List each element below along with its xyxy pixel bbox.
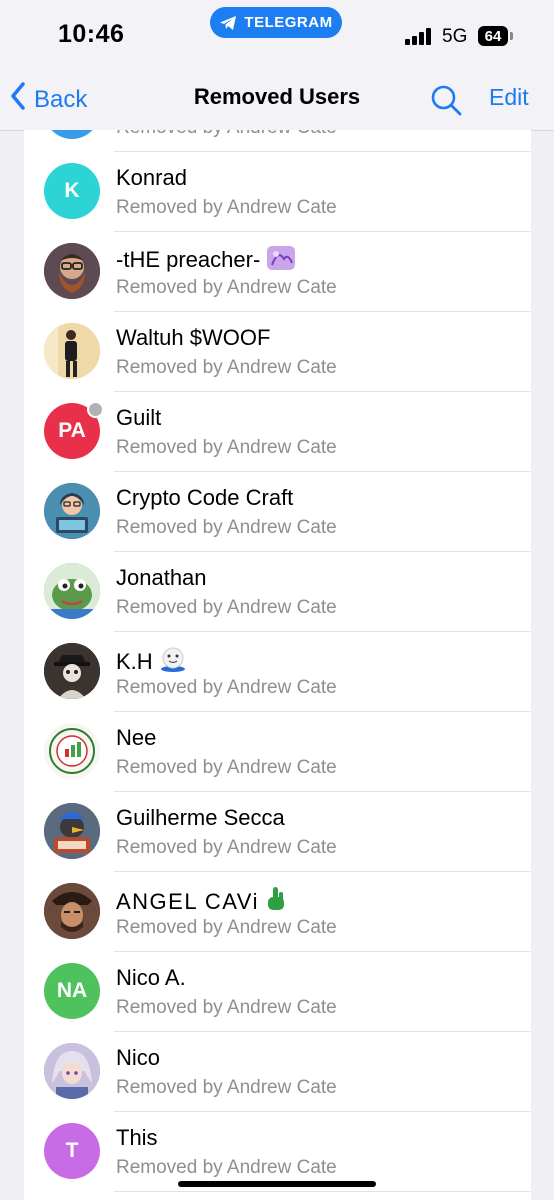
- battery-cap: [510, 32, 513, 40]
- avatar: [44, 723, 100, 779]
- avatar-initials: T: [65, 1139, 79, 1162]
- list-item-name: Guilherme Secca: [116, 805, 285, 830]
- white-blue-sticker-icon: [159, 645, 187, 679]
- list-item-name: Nico: [116, 1045, 161, 1070]
- list-item-name: Waltuh $WOOF: [116, 325, 271, 350]
- list-item-subtitle: Removed by Andrew Cate: [116, 437, 337, 458]
- edit-button[interactable]: Edit: [489, 84, 529, 111]
- avatar: NA: [44, 963, 100, 1019]
- list-item-name: Konrad: [116, 165, 187, 190]
- list-item-subtitle: Removed by Andrew Cate: [116, 917, 337, 938]
- list-item-name: This: [116, 1125, 158, 1150]
- list-item-name: ANGEL CAVi: [116, 885, 287, 919]
- cellular-signal-icon: [405, 28, 433, 45]
- removed-users-list: Removed by Andrew Cate K Konrad Removed …: [24, 130, 531, 1200]
- list-item-subtitle: Removed by Andrew Cate: [116, 1157, 337, 1178]
- pirate-portrait-photo: [44, 883, 100, 939]
- navigation-bar: Back Removed Users Edit: [0, 70, 554, 131]
- avatar: [44, 130, 100, 139]
- status-dot: [87, 401, 104, 418]
- list-item-subtitle: Removed by Andrew Cate: [116, 197, 337, 218]
- list-item[interactable]: K.H Removed by Andrew Cate: [24, 632, 531, 712]
- status-bar: 10:46 TELEGRAM 5G 64: [0, 0, 554, 70]
- list-item-subtitle: Removed by Andrew Cate: [116, 837, 337, 858]
- list-item[interactable]: K Konrad Removed by Andrew Cate: [24, 152, 531, 232]
- list-item-subtitle: Removed by Andrew Cate: [116, 130, 337, 139]
- list-item[interactable]: Nico Removed by Andrew Cate: [24, 1032, 531, 1112]
- cartoon-coder-photo: [44, 483, 100, 539]
- list-item[interactable]: Guilherme Secca Removed by Andrew Cate: [24, 792, 531, 872]
- user-name-text: -tHE preacher-: [116, 247, 261, 272]
- row-divider: [114, 1191, 531, 1192]
- list-item-subtitle: Removed by Andrew Cate: [116, 1077, 337, 1098]
- anime-character-photo: [44, 1043, 100, 1099]
- list-item-name: Nee: [116, 725, 157, 750]
- list-item-subtitle: Removed by Andrew Cate: [116, 677, 337, 698]
- status-time: 10:46: [58, 20, 125, 48]
- telegram-pill-label: TELEGRAM: [244, 14, 333, 31]
- avatar: [44, 323, 100, 379]
- list-item[interactable]: Nee Removed by Andrew Cate: [24, 712, 531, 792]
- avatar-initials: K: [64, 179, 80, 202]
- search-button[interactable]: [430, 84, 462, 121]
- avatar: T: [44, 1123, 100, 1179]
- list-item[interactable]: -tHE preacher- Removed by Andrew Cate: [24, 232, 531, 312]
- bearded-man-photo: [44, 243, 100, 299]
- avatar: [44, 1043, 100, 1099]
- user-name-text: ANGEL CAVi: [116, 889, 259, 914]
- avatar: K: [44, 163, 100, 219]
- list-item-subtitle: Removed by Andrew Cate: [116, 597, 337, 618]
- list-item-subtitle: Removed by Andrew Cate: [116, 277, 337, 298]
- list-item[interactable]: PA Guilt Removed by Andrew Cate: [24, 392, 531, 472]
- green-hand-icon: [265, 885, 287, 919]
- list-item-partial[interactable]: Removed by Andrew Cate: [24, 130, 531, 152]
- list-item-name: Jonathan: [116, 565, 207, 590]
- avatar: [44, 243, 100, 299]
- avatar: [44, 883, 100, 939]
- list-item-subtitle: Removed by Andrew Cate: [116, 757, 337, 778]
- list-item-subtitle: Removed by Andrew Cate: [116, 357, 337, 378]
- home-indicator[interactable]: [178, 1181, 376, 1187]
- list-item-name: Crypto Code Craft: [116, 485, 294, 510]
- cartoon-bird-photo: [44, 803, 100, 859]
- battery-icon: 64: [478, 26, 508, 46]
- list-item[interactable]: Waltuh $WOOF Removed by Andrew Cate: [24, 312, 531, 392]
- telegram-pill[interactable]: TELEGRAM: [210, 7, 342, 38]
- network-type: 5G: [442, 26, 468, 47]
- avatar-initials: NA: [56, 979, 88, 1002]
- masked-figure-photo: [44, 643, 100, 699]
- avatar-initials: PA: [58, 419, 86, 442]
- list-item-subtitle: Removed by Andrew Cate: [116, 517, 337, 538]
- frog-cartoon-photo: [44, 563, 100, 619]
- avatar: [44, 803, 100, 859]
- standing-person-photo: [44, 323, 100, 379]
- seal-logo-photo: [44, 723, 100, 779]
- list-item[interactable]: Jonathan Removed by Andrew Cate: [24, 552, 531, 632]
- list-item-subtitle: Removed by Andrew Cate: [116, 997, 337, 1018]
- list-item-name: Guilt: [116, 405, 162, 430]
- list-item[interactable]: Crypto Code Craft Removed by Andrew Cate: [24, 472, 531, 552]
- purple-sparkle-icon: [266, 245, 296, 277]
- list-item-name: -tHE preacher-: [116, 245, 296, 277]
- telegram-plane-icon: [219, 15, 237, 31]
- search-icon: [430, 85, 462, 120]
- avatar: [44, 563, 100, 619]
- list-item[interactable]: NA Nico A. Removed by Andrew Cate: [24, 952, 531, 1032]
- avatar: [44, 483, 100, 539]
- list-item[interactable]: ANGEL CAVi Removed by Andrew Cate: [24, 872, 531, 952]
- user-name-text: K.H: [116, 649, 153, 674]
- avatar: [44, 643, 100, 699]
- page-title: Removed Users: [193, 84, 361, 109]
- list-item-name: Nico A.: [116, 965, 186, 990]
- battery-level: 64: [484, 27, 502, 45]
- list-item-name: K.H: [116, 645, 187, 679]
- list-item[interactable]: T This Removed by Andrew Cate: [24, 1112, 531, 1192]
